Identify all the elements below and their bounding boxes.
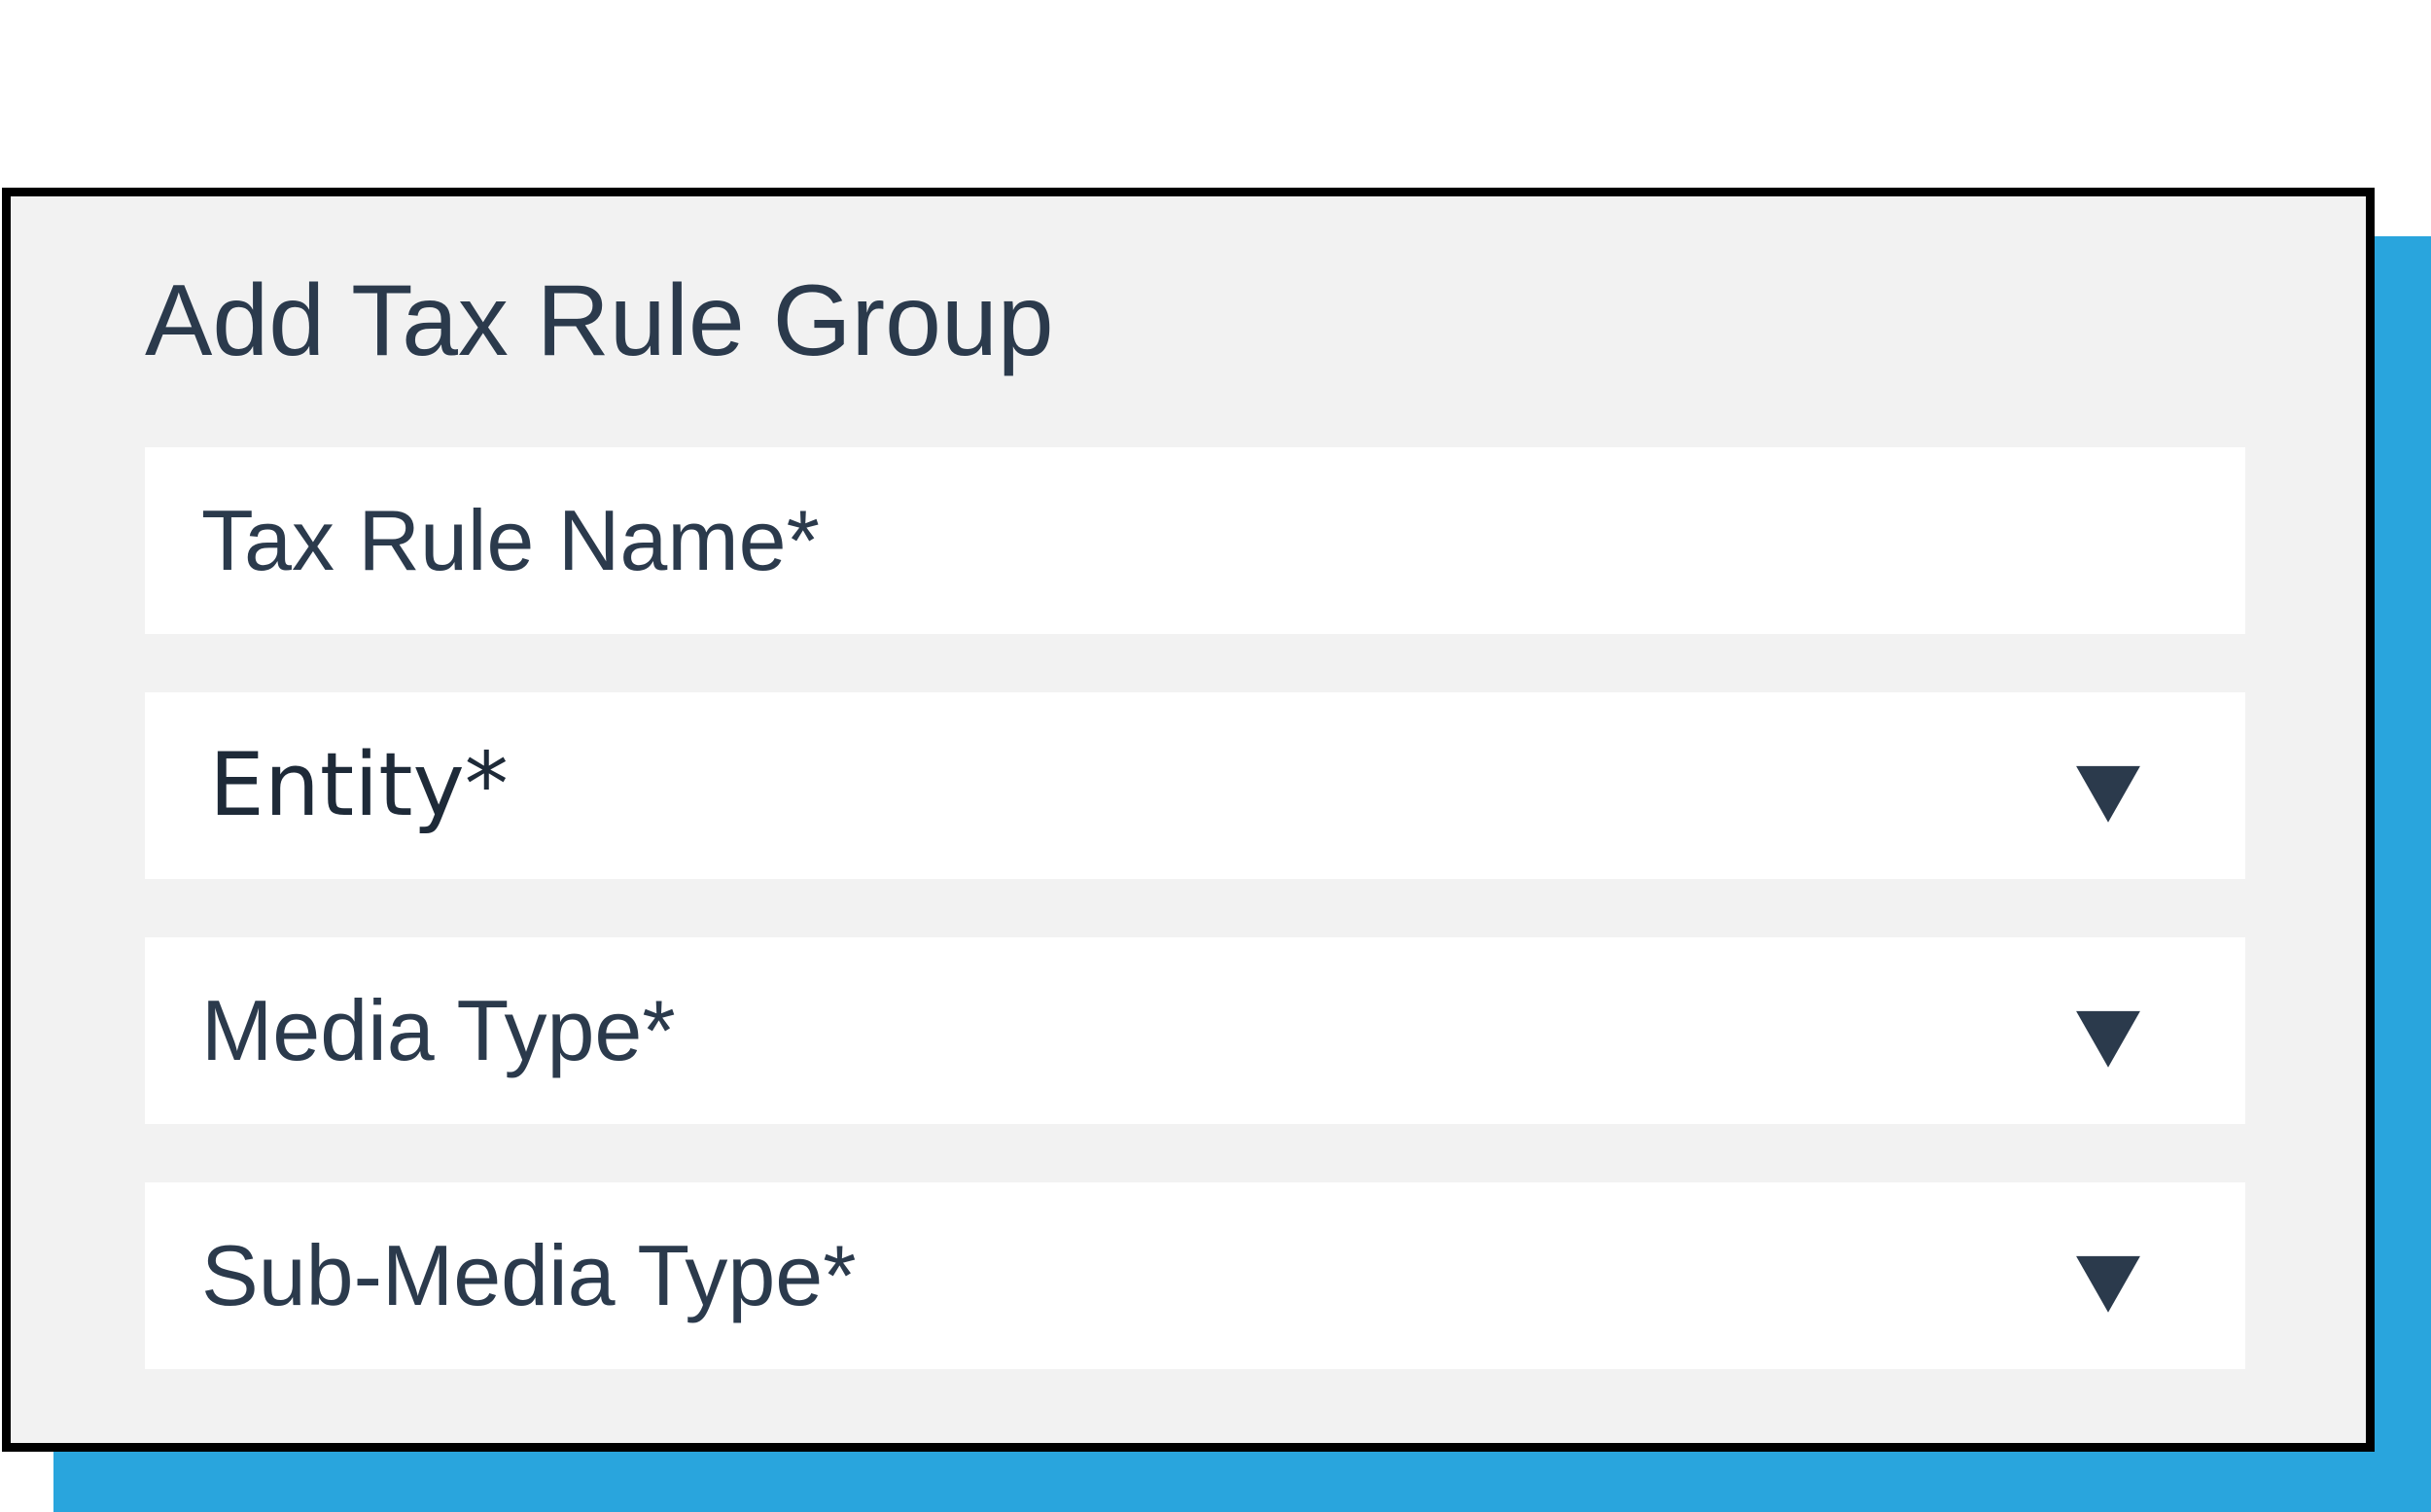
tax-rule-name-placeholder: Tax Rule Name* <box>201 492 820 588</box>
chevron-down-icon[interactable] <box>2076 1010 2140 1068</box>
sub-media-type-placeholder: Sub-Media Type* <box>201 1227 857 1323</box>
chevron-down-icon[interactable] <box>2076 1255 2140 1313</box>
entity-select[interactable]: Entity* <box>145 692 2245 879</box>
chevron-down-icon[interactable] <box>2076 765 2140 823</box>
media-type-placeholder: Media Type* <box>201 982 676 1078</box>
screenshot-stage: Add Tax Rule Group Tax Rule Name* Entity… <box>0 0 2431 1512</box>
media-type-select[interactable]: Media Type* <box>145 937 2245 1124</box>
panel-title: Add Tax Rule Group <box>145 264 1054 377</box>
entity-placeholder: Entity* <box>209 734 509 836</box>
tax-rule-name-input[interactable]: Tax Rule Name* <box>145 447 2245 634</box>
add-tax-rule-group-panel: Add Tax Rule Group Tax Rule Name* Entity… <box>2 188 2375 1452</box>
sub-media-type-select[interactable]: Sub-Media Type* <box>145 1182 2245 1369</box>
